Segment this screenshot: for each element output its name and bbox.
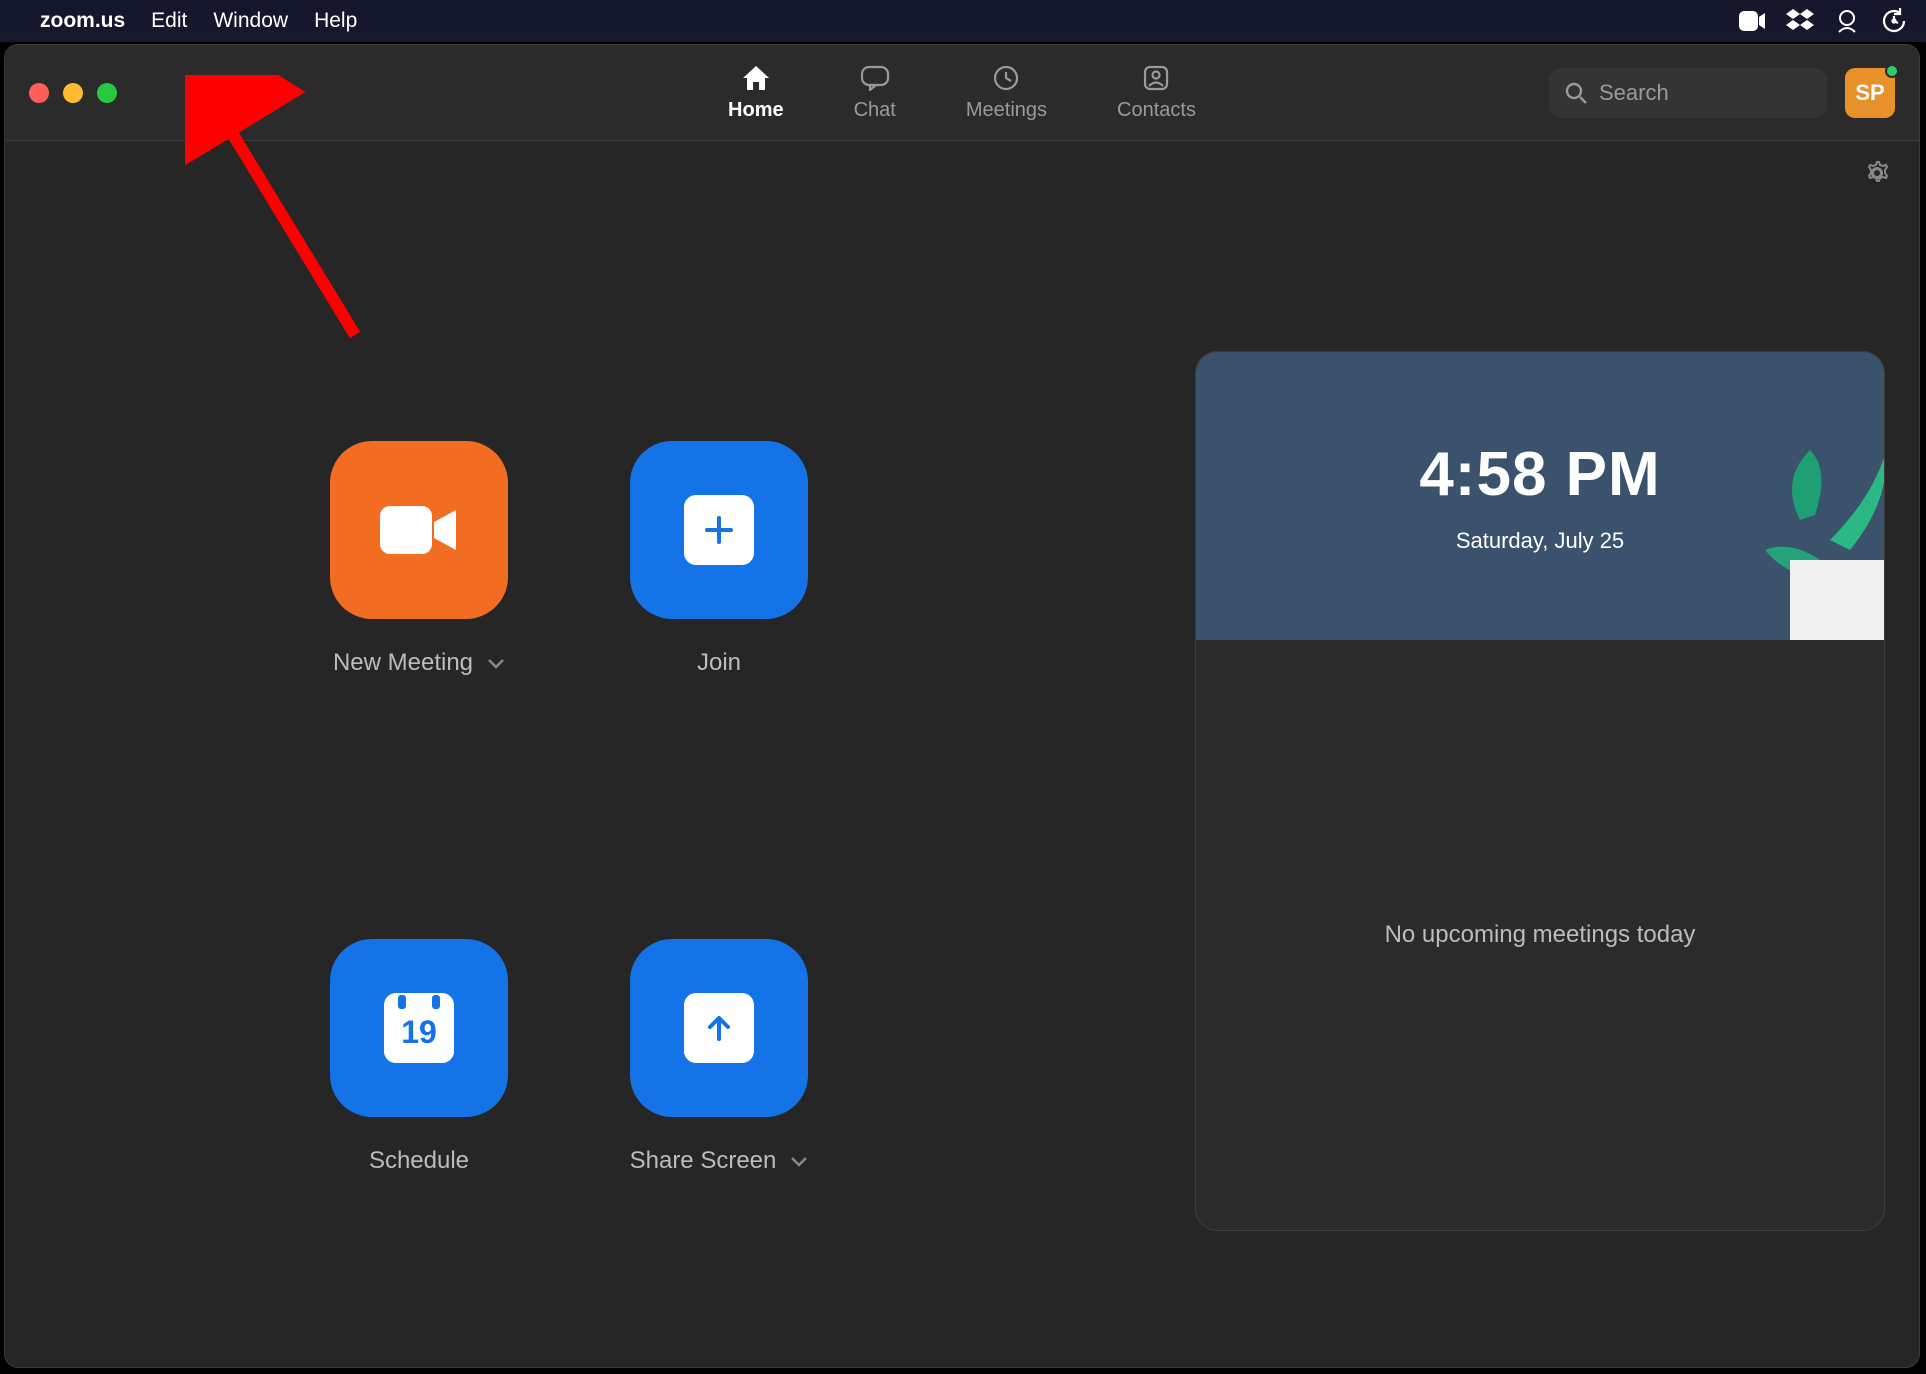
chevron-down-icon[interactable] [487,649,505,677]
minimize-window-button[interactable] [63,83,83,103]
action-label: New Meeting [333,649,473,677]
tab-label: Chat [854,99,896,122]
gear-icon [1863,159,1891,187]
tab-contacts[interactable]: Contacts [1117,63,1196,122]
plant-decoration [1760,440,1884,640]
tab-home[interactable]: Home [728,63,784,122]
main-tabs: Home Chat Meetings Contacts [728,63,1196,122]
tray-app-icon[interactable] [1834,8,1860,34]
empty-meetings-message: No upcoming meetings today [1385,921,1696,949]
video-camera-icon [376,500,462,560]
close-window-button[interactable] [29,83,49,103]
presence-status-dot [1885,64,1899,78]
chevron-down-icon[interactable] [790,1147,808,1175]
menu-edit[interactable]: Edit [151,9,187,33]
action-label: Share Screen [630,1147,777,1175]
search-input[interactable]: Search [1549,68,1827,118]
clock-icon [992,63,1020,93]
tray-sync-icon[interactable] [1880,7,1908,35]
window-toolbar: Home Chat Meetings Contacts [5,45,1919,141]
app-menu[interactable]: zoom.us [40,9,125,33]
tab-label: Contacts [1117,99,1196,122]
contacts-icon [1142,63,1170,93]
share-screen-button[interactable] [630,939,808,1117]
chat-icon [860,63,890,93]
search-icon [1565,82,1587,104]
action-schedule: 19 Schedule [269,939,569,1337]
calendar-header: 4:58 PM Saturday, July 25 [1196,352,1884,640]
menu-help[interactable]: Help [314,9,357,33]
home-icon [741,63,771,93]
clock-time: 4:58 PM [1419,439,1660,510]
menu-window[interactable]: Window [213,9,288,33]
tab-chat[interactable]: Chat [854,63,896,122]
profile-avatar[interactable]: SP [1845,68,1895,118]
tab-meetings[interactable]: Meetings [966,63,1047,122]
svg-text:19: 19 [401,1014,437,1050]
calendar-body: No upcoming meetings today [1196,640,1884,1230]
avatar-initials: SP [1855,80,1884,106]
window-controls [29,83,117,103]
tray-video-icon[interactable] [1738,10,1766,32]
settings-button[interactable] [1863,159,1891,192]
plus-icon [684,495,754,565]
new-meeting-button[interactable] [330,441,508,619]
action-label: Join [697,649,741,677]
upload-arrow-icon [684,993,754,1063]
search-placeholder: Search [1599,80,1669,106]
schedule-button[interactable]: 19 [330,939,508,1117]
macos-menubar: zoom.us Edit Window Help [0,0,1926,42]
calendar-icon: 19 [384,993,454,1063]
join-button[interactable] [630,441,808,619]
action-join: Join [569,441,869,839]
tray-dropbox-icon[interactable] [1786,8,1814,34]
action-new-meeting: New Meeting [269,441,569,839]
zoom-window: Home Chat Meetings Contacts [4,44,1920,1368]
clock-date: Saturday, July 25 [1456,528,1624,554]
quick-actions: New Meeting Join [39,171,909,1337]
calendar-card: 4:58 PM Saturday, July 25 No upcoming me… [1195,351,1885,1231]
main-content: New Meeting Join [5,141,1919,1367]
action-share-screen: Share Screen [569,939,869,1337]
tab-label: Home [728,99,784,122]
fullscreen-window-button[interactable] [97,83,117,103]
action-label: Schedule [369,1147,469,1175]
tab-label: Meetings [966,99,1047,122]
